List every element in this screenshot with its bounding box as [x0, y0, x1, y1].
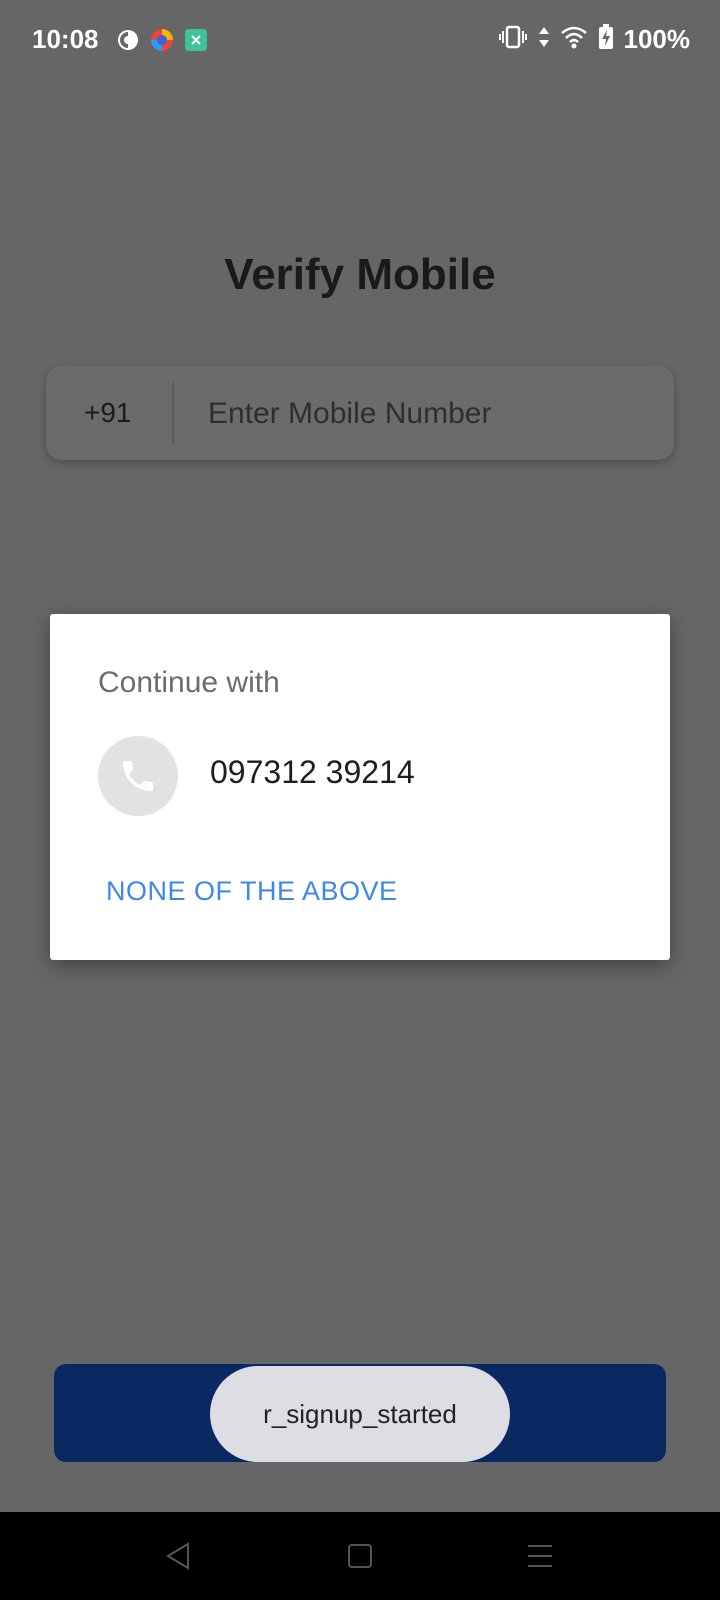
- page-title: Verify Mobile: [224, 250, 496, 299]
- country-code[interactable]: +91: [84, 366, 132, 460]
- menu-icon[interactable]: [518, 1534, 562, 1578]
- phone-number-option[interactable]: 097312 39214: [98, 736, 618, 816]
- green-app-icon: [184, 28, 208, 52]
- divider: [172, 382, 174, 444]
- phone-hint-dialog: Continue with 097312 39214 NONE OF THE A…: [50, 614, 670, 960]
- home-icon[interactable]: [338, 1534, 382, 1578]
- phone-number-text: 097312 39214: [210, 754, 415, 790]
- back-icon[interactable]: [156, 1534, 200, 1578]
- toast-message: r_signup_started: [210, 1366, 510, 1462]
- browser-icon: [150, 28, 174, 52]
- phone-input-card: +91: [46, 366, 674, 460]
- status-bar: 10:08 100%: [0, 0, 720, 80]
- app-notification-icon: [116, 28, 140, 52]
- vibrate-icon: [498, 25, 528, 54]
- battery-charging-icon: [598, 24, 614, 55]
- dialog-title: Continue with: [98, 666, 280, 699]
- none-of-the-above-button[interactable]: NONE OF THE ABOVE: [106, 876, 398, 907]
- status-time: 10:08: [32, 24, 99, 54]
- navigation-bar: [0, 1512, 720, 1600]
- phone-icon: [98, 736, 178, 816]
- data-arrows-icon: [538, 25, 550, 54]
- battery-percent: 100%: [623, 24, 691, 54]
- wifi-icon: [560, 25, 588, 54]
- mobile-number-input[interactable]: [206, 386, 650, 442]
